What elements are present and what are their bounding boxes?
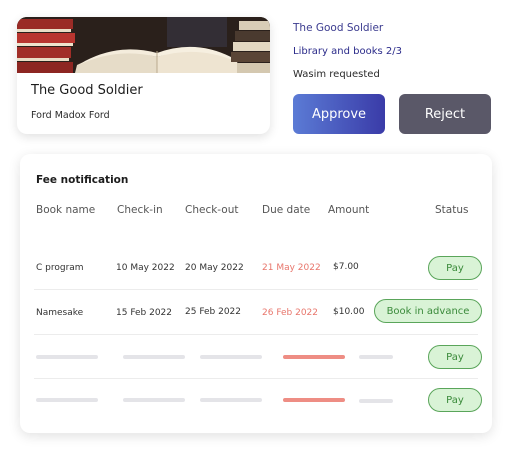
column-header-book-name: Book name xyxy=(36,204,96,216)
open-book-photo xyxy=(17,17,270,73)
request-book-title: The Good Soldier xyxy=(293,22,384,34)
column-header-due-date: Due date xyxy=(262,204,311,216)
row-divider xyxy=(34,289,478,290)
request-library: Library and books 2/3 xyxy=(293,46,402,57)
placeholder-line xyxy=(123,398,185,402)
reject-button[interactable]: Reject xyxy=(399,94,491,134)
row-divider xyxy=(34,334,478,335)
book-card[interactable]: The Good Soldier Ford Madox Ford xyxy=(17,17,270,134)
cell-due-date: 26 Feb 2022 xyxy=(262,308,319,318)
placeholder-line xyxy=(200,398,262,402)
fee-title: Fee notification xyxy=(36,174,129,186)
cell-check-in: 15 Feb 2022 xyxy=(116,308,173,318)
placeholder-line xyxy=(36,398,98,402)
book-in-advance-button[interactable]: Book in advance xyxy=(374,299,482,323)
cell-amount: $7.00 xyxy=(333,262,359,272)
placeholder-line-due xyxy=(283,398,345,402)
cell-book-name: Namesake xyxy=(36,308,84,318)
pay-button[interactable]: Pay xyxy=(428,388,482,412)
fee-notification-card: Fee notification Book name Check-in Chec… xyxy=(20,154,492,433)
pay-button[interactable]: Pay xyxy=(428,345,482,369)
placeholder-line xyxy=(359,355,393,359)
request-user: Wasim requested xyxy=(293,69,380,80)
book-author: Ford Madox Ford xyxy=(31,110,110,121)
column-header-check-out: Check-out xyxy=(185,204,239,216)
book-cover-image xyxy=(17,17,270,73)
column-header-amount: Amount xyxy=(328,204,370,216)
placeholder-line xyxy=(200,355,262,359)
column-header-check-in: Check-in xyxy=(117,204,163,216)
cell-check-in: 10 May 2022 xyxy=(116,263,175,273)
pay-button[interactable]: Pay xyxy=(428,256,482,280)
cell-book-name: C program xyxy=(36,263,84,273)
row-divider xyxy=(34,378,478,379)
column-header-status: Status xyxy=(435,204,469,216)
approve-button[interactable]: Approve xyxy=(293,94,385,134)
placeholder-line xyxy=(359,399,393,403)
cell-check-out: 20 May 2022 xyxy=(185,263,244,273)
cell-due-date: 21 May 2022 xyxy=(262,263,321,273)
placeholder-line-due xyxy=(283,355,345,359)
cell-check-out: 25 Feb 2022 xyxy=(185,307,242,317)
cell-amount: $10.00 xyxy=(333,307,365,317)
book-title: The Good Soldier xyxy=(31,83,143,98)
placeholder-line xyxy=(36,355,98,359)
placeholder-line xyxy=(123,355,185,359)
